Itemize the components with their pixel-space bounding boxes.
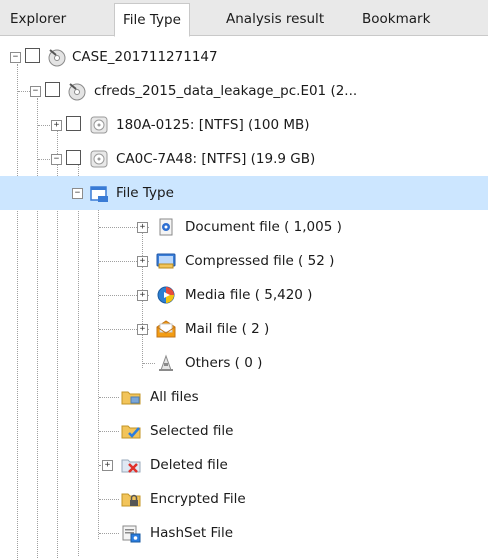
other-file-icon xyxy=(159,354,173,371)
media-file-icon xyxy=(157,286,175,304)
tree-branch-line xyxy=(99,431,119,432)
tree-node-volume[interactable]: + 180A-0125: [NTFS] (100 MB) xyxy=(0,108,488,142)
expand-toggle[interactable]: + xyxy=(51,120,62,131)
mail-file-icon xyxy=(156,320,176,338)
tree-node-media-file[interactable]: + Media file ( 5,420 ) xyxy=(0,278,488,312)
tree-node-volume[interactable]: − CA0C-7A48: [NTFS] (19.9 GB) xyxy=(0,142,488,176)
encrypted-file-icon xyxy=(121,493,141,507)
compressed-file-icon xyxy=(156,253,176,269)
tree-node-label: Selected file xyxy=(150,423,234,439)
tree-node-label: 180A-0125: [NTFS] (100 MB) xyxy=(116,117,310,133)
tree-branch-line xyxy=(99,499,119,500)
tree-node-label: Deleted file xyxy=(150,457,228,473)
case-disc-icon xyxy=(48,49,66,67)
tab-file-type[interactable]: File Type xyxy=(114,3,190,37)
tree-node-mail-file[interactable]: + Mail file ( 2 ) xyxy=(0,312,488,346)
expand-toggle[interactable]: + xyxy=(137,290,148,301)
tree-node-selected-file[interactable]: Selected file xyxy=(0,414,488,448)
tree-node-label: CASE_201711271147 xyxy=(72,49,218,65)
tree-branch-line xyxy=(99,397,119,398)
collapse-toggle[interactable]: − xyxy=(72,188,83,199)
all-files-folder-icon xyxy=(121,391,141,405)
disk-image-icon xyxy=(68,83,86,101)
tree-node-label: Mail file ( 2 ) xyxy=(185,321,270,337)
tree-node-case[interactable]: − CASE_201711271147 xyxy=(0,40,488,74)
tree-node-label: Compressed file ( 52 ) xyxy=(185,253,335,269)
tree-node-label: Media file ( 5,420 ) xyxy=(185,287,313,303)
node-checkbox[interactable] xyxy=(45,82,60,97)
collapse-toggle[interactable]: − xyxy=(30,86,41,97)
hashset-file-icon xyxy=(122,525,141,543)
tree-node-hashset-file[interactable]: HashSet File xyxy=(0,516,488,550)
volume-disk-icon xyxy=(90,116,108,134)
expand-toggle[interactable]: + xyxy=(137,324,148,335)
tree-branch-line xyxy=(38,159,52,160)
volume-disk-icon xyxy=(90,150,108,168)
tree-branch-line xyxy=(143,363,155,364)
tab-bookmark[interactable]: Bookmark xyxy=(354,4,438,36)
tab-bar: Explorer File Type Analysis result Bookm… xyxy=(0,0,488,37)
tree-node-label: cfreds_2015_data_leakage_pc.E01 (2... xyxy=(94,83,358,99)
tree-node-label: Encrypted File xyxy=(150,491,246,507)
node-checkbox[interactable] xyxy=(66,150,81,165)
tree-branch-line xyxy=(99,533,119,534)
tree-node-others[interactable]: Others ( 0 ) xyxy=(0,346,488,380)
tree-node-encrypted-file[interactable]: Encrypted File xyxy=(0,482,488,516)
tree-node-image[interactable]: − cfreds_2015_data_leakage_pc.E01 (2... xyxy=(0,74,488,108)
tree-node-label: File Type xyxy=(116,185,174,201)
expand-toggle[interactable]: + xyxy=(137,256,148,267)
tree-node-label: CA0C-7A48: [NTFS] (19.9 GB) xyxy=(116,151,316,167)
file-type-icon xyxy=(90,186,108,202)
tree-branch-line xyxy=(38,125,52,126)
file-type-tree: − CASE_201711271147 − cfreds_2015_data_l… xyxy=(0,36,488,560)
node-checkbox[interactable] xyxy=(66,116,81,131)
expand-toggle[interactable]: + xyxy=(102,460,113,471)
deleted-file-icon xyxy=(121,459,141,473)
tree-node-file-type[interactable]: − File Type xyxy=(0,176,488,210)
tab-analysis-result[interactable]: Analysis result xyxy=(218,4,332,36)
collapse-toggle[interactable]: − xyxy=(10,52,21,63)
tree-node-label: HashSet File xyxy=(150,525,234,541)
tree-node-deleted-file[interactable]: + Deleted file xyxy=(0,448,488,482)
tree-node-label: Others ( 0 ) xyxy=(185,355,263,371)
node-checkbox[interactable] xyxy=(25,48,40,63)
document-file-icon xyxy=(159,218,173,236)
tree-node-compressed-file[interactable]: + Compressed file ( 52 ) xyxy=(0,244,488,278)
expand-toggle[interactable]: + xyxy=(137,222,148,233)
tree-node-document-file[interactable]: + Document file ( 1,005 ) xyxy=(0,210,488,244)
tree-node-label: Document file ( 1,005 ) xyxy=(185,219,342,235)
tab-explorer[interactable]: Explorer xyxy=(2,4,74,36)
tree-node-label: All files xyxy=(150,389,199,405)
collapse-toggle[interactable]: − xyxy=(51,154,62,165)
tree-node-all-files[interactable]: All files xyxy=(0,380,488,414)
selected-file-folder-icon xyxy=(121,425,141,439)
